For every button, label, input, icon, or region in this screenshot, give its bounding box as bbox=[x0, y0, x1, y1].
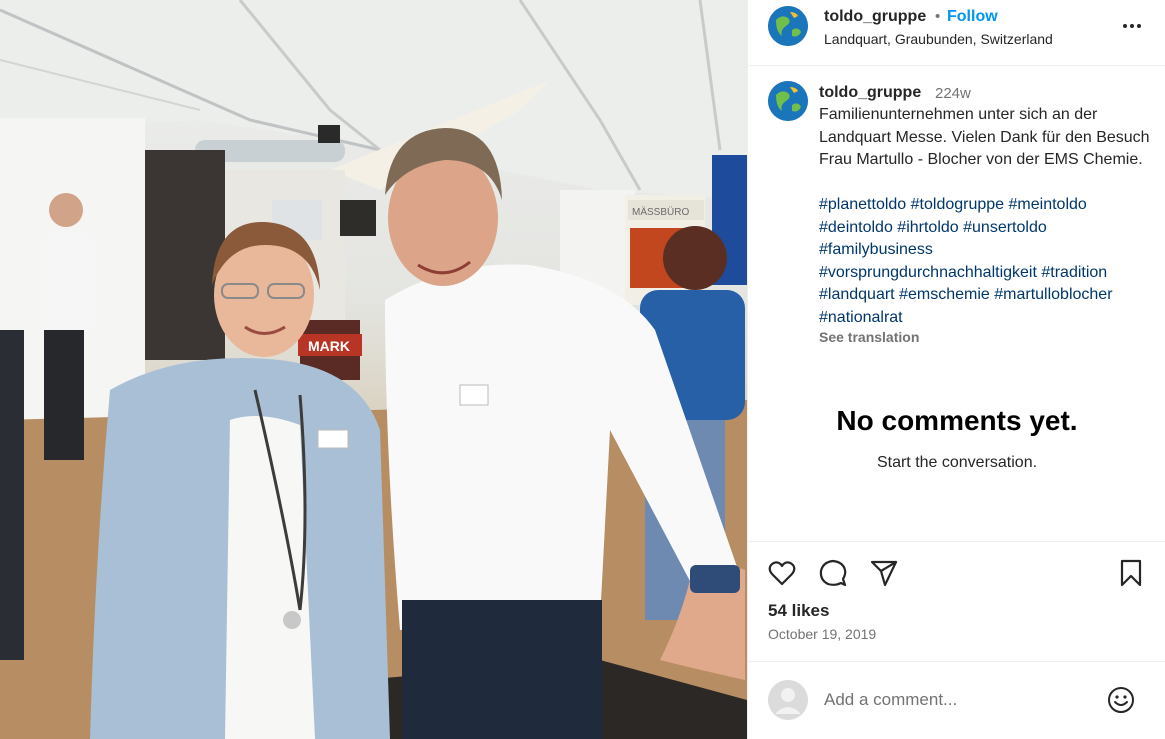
comment-input[interactable] bbox=[824, 688, 1094, 712]
hashtag-link[interactable]: #toldogruppe bbox=[911, 196, 1004, 213]
comment-icon[interactable] bbox=[818, 558, 848, 588]
post-actions: 54 likes October 19, 2019 bbox=[748, 541, 1165, 671]
no-comments-title: No comments yet. bbox=[836, 405, 1078, 436]
hashtag-link[interactable]: #landquart bbox=[819, 286, 895, 303]
hashtag-link[interactable]: #tradition bbox=[1041, 264, 1107, 281]
photo-illustration: MARK MÄSSBÜRO bbox=[0, 0, 747, 739]
hashtag-link[interactable]: #ihrtoldo bbox=[897, 219, 958, 236]
heart-icon[interactable] bbox=[767, 558, 797, 588]
follow-button[interactable]: Follow bbox=[947, 8, 998, 26]
post-location[interactable]: Landquart, Graubunden, Switzerland bbox=[824, 31, 1053, 47]
caption-text: Familienunternehmen unter sich an der La… bbox=[819, 106, 1150, 168]
hashtag-link[interactable]: #planettoldo bbox=[819, 196, 906, 213]
user-silhouette-icon bbox=[768, 680, 808, 720]
hashtag-link[interactable]: #martulloblocher bbox=[994, 286, 1112, 303]
likes-count[interactable]: 54 likes bbox=[768, 601, 829, 621]
hashtag-link[interactable]: #vorsprungdurchnachhaltigkeit bbox=[819, 264, 1037, 281]
comment-bar bbox=[748, 661, 1165, 739]
booth-sign-text: MÄSSBÜRO bbox=[632, 206, 689, 218]
globe-logo-icon bbox=[768, 6, 808, 46]
post-header: toldo_gruppe • Follow Landquart, Graubun… bbox=[748, 0, 1165, 66]
post-date: October 19, 2019 bbox=[768, 626, 877, 642]
hashtag-link[interactable]: #familybusiness bbox=[819, 241, 933, 258]
see-translation-link[interactable]: See translation bbox=[819, 329, 919, 345]
hashtag-link[interactable]: #unsertoldo bbox=[963, 219, 1047, 236]
post-photo[interactable]: MARK MÄSSBÜRO bbox=[0, 0, 747, 739]
caption-hashtags: #planettoldo #toldogruppe #meintoldo #de… bbox=[819, 194, 1159, 329]
profile-avatar[interactable] bbox=[768, 6, 808, 46]
hashtag-link[interactable]: #emschemie bbox=[899, 286, 990, 303]
post-side-panel: toldo_gruppe • Follow Landquart, Graubun… bbox=[747, 0, 1165, 739]
hashtag-link[interactable]: #deintoldo bbox=[819, 219, 893, 236]
caption-avatar[interactable] bbox=[768, 81, 808, 121]
caption-username[interactable]: toldo_gruppe bbox=[819, 84, 921, 102]
instagram-post-window: MARK MÄSSBÜRO toldo_gruppe • Follow Land… bbox=[0, 0, 1165, 739]
current-user-avatar bbox=[768, 680, 808, 720]
caption-time-ago: 224w bbox=[935, 85, 971, 102]
no-comments-subtitle: Start the conversation. bbox=[876, 454, 1038, 471]
hashtag-link[interactable]: #meintoldo bbox=[1009, 196, 1087, 213]
bookmark-icon[interactable] bbox=[1116, 558, 1146, 588]
header-separator: • bbox=[935, 8, 941, 25]
globe-logo-icon bbox=[768, 81, 808, 121]
hashtag-link[interactable]: #nationalrat bbox=[819, 309, 903, 326]
counter-sign-text: MARK bbox=[308, 338, 350, 354]
header-username[interactable]: toldo_gruppe bbox=[824, 8, 926, 26]
share-icon[interactable] bbox=[869, 558, 899, 588]
emoji-icon[interactable] bbox=[1106, 685, 1136, 715]
more-options-icon[interactable] bbox=[1120, 16, 1144, 36]
